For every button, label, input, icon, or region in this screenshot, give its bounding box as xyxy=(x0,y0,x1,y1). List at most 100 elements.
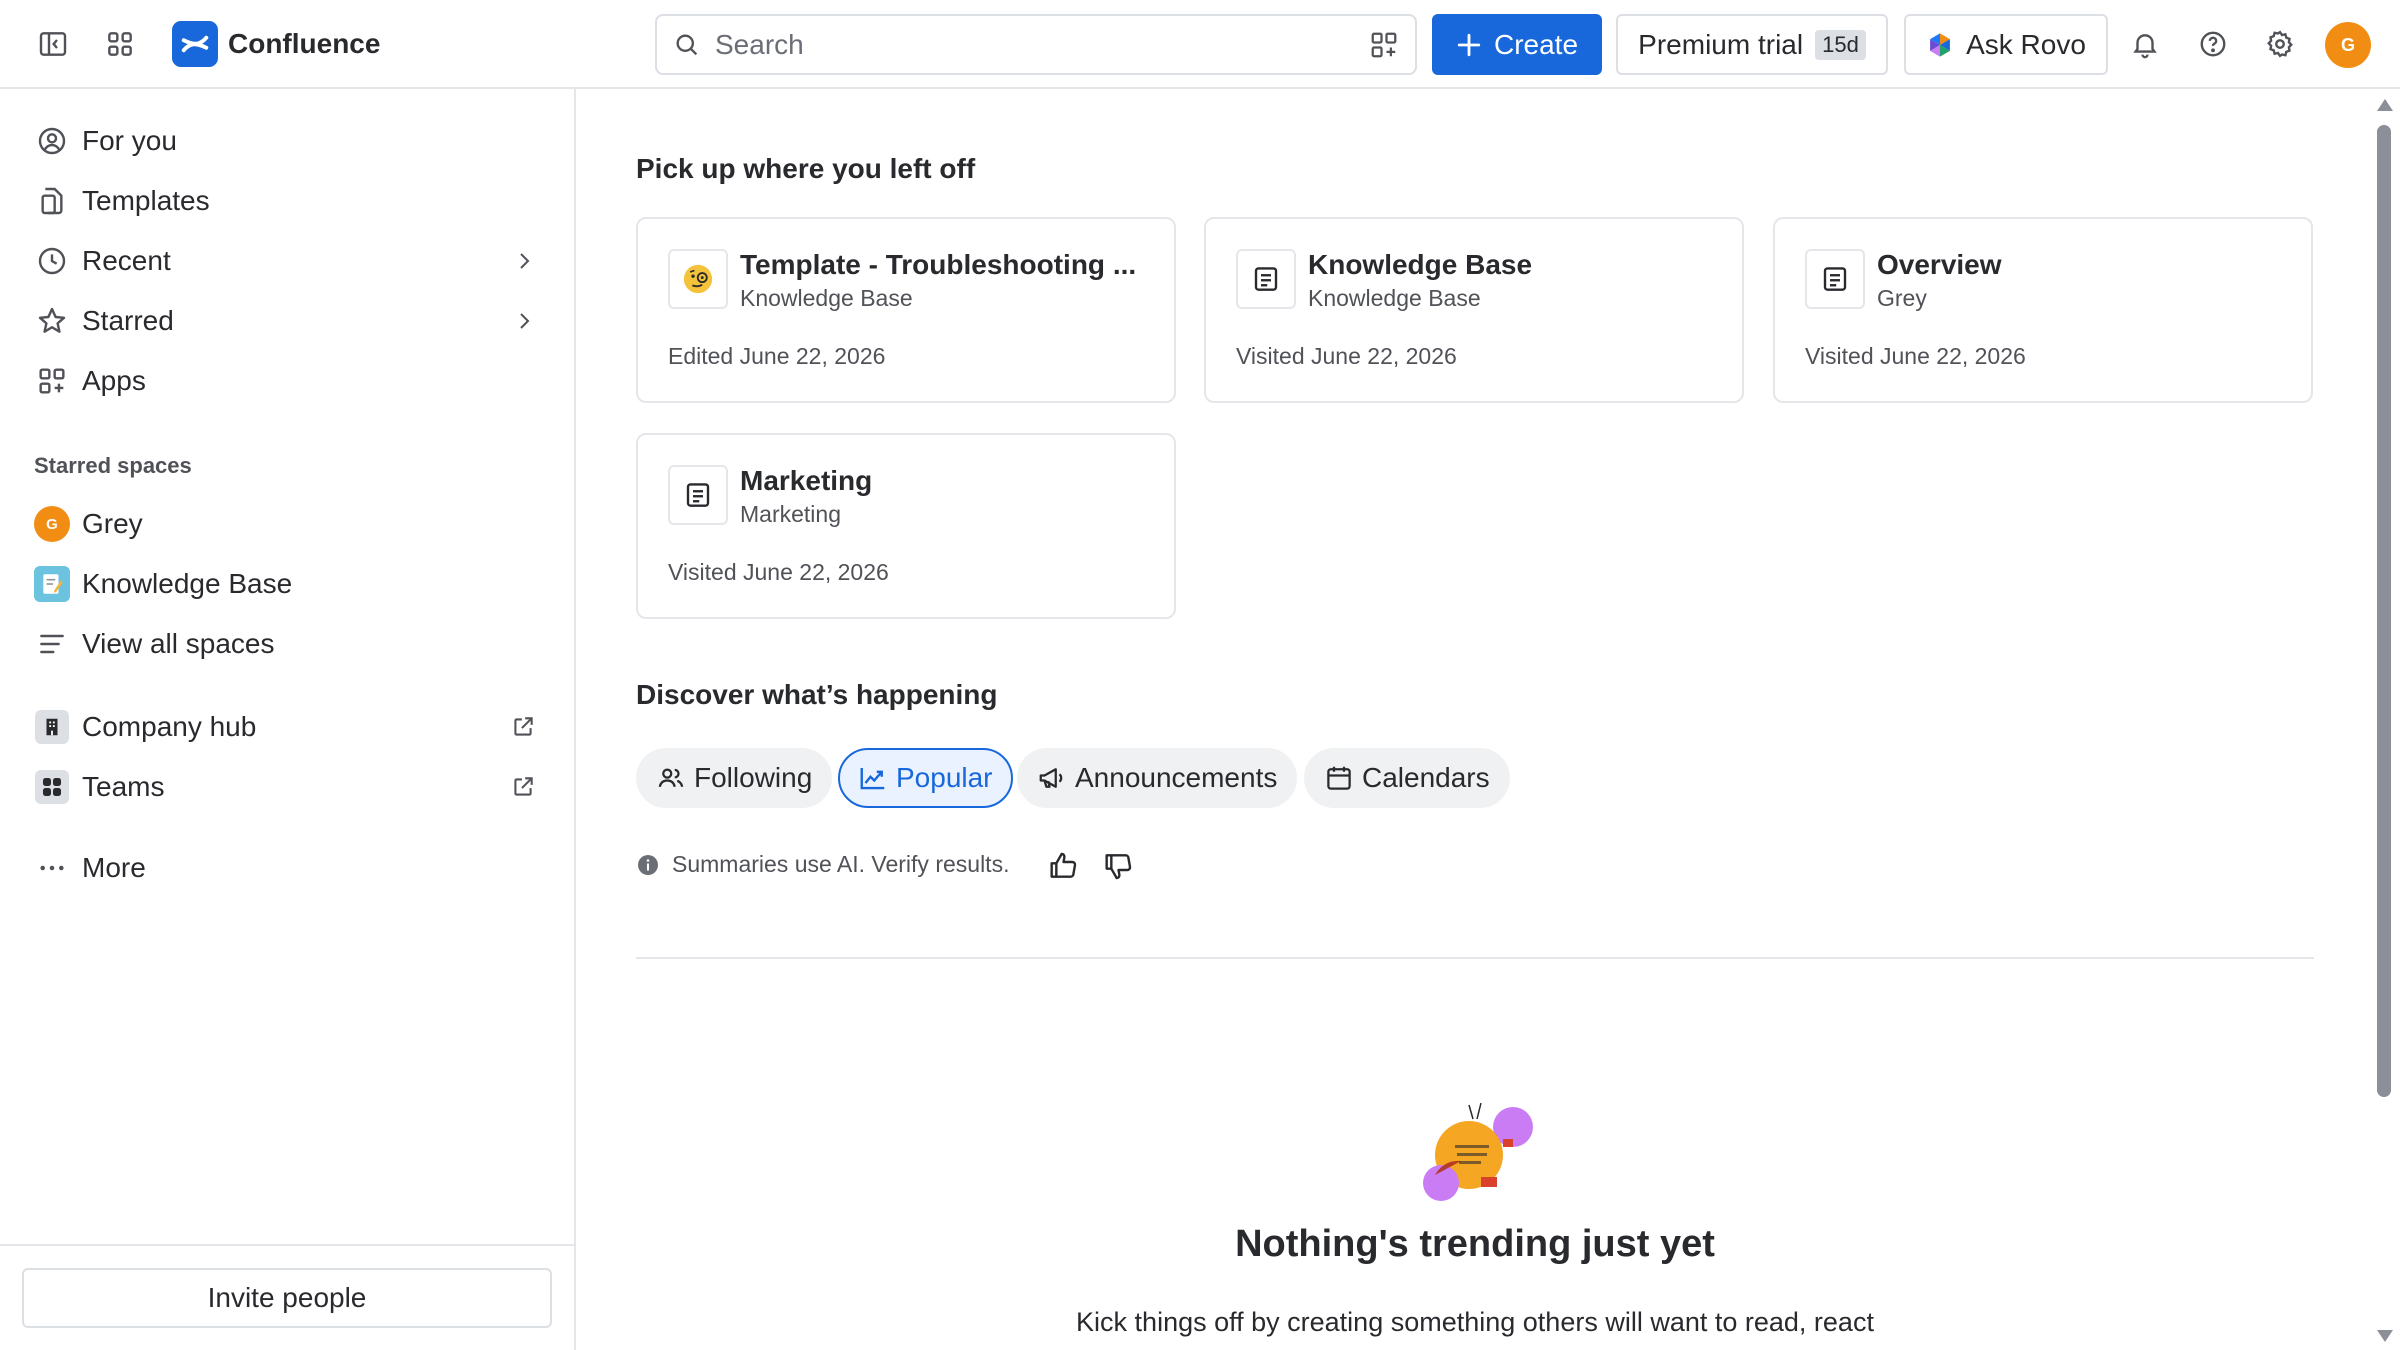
tab-label: Calendars xyxy=(1362,762,1490,793)
external-link-icon[interactable] xyxy=(510,774,536,800)
people-icon xyxy=(656,763,686,793)
sidebar-toggle-icon[interactable] xyxy=(29,20,77,68)
thumbs-down-icon[interactable] xyxy=(1098,846,1138,886)
recent-section-title: Pick up where you left off xyxy=(636,153,976,184)
sidebar-item-label: Starred xyxy=(82,305,174,336)
sidebar-item-label: Grey xyxy=(82,508,143,539)
tab-announcements[interactable]: Announcements xyxy=(1017,748,1298,808)
sidebar-item-recent[interactable]: Recent xyxy=(34,237,544,285)
card-title: Overview xyxy=(1877,249,2002,280)
user-circle-icon xyxy=(34,123,70,159)
calendar-icon xyxy=(1324,763,1354,793)
ai-disclaimer-text: Summaries use AI. Verify results. xyxy=(672,851,1010,877)
tab-popular[interactable]: Popular xyxy=(838,748,1013,808)
sidebar-item-label: More xyxy=(82,852,146,883)
face-monocle-emoji-icon xyxy=(668,249,728,309)
notifications-bell-icon[interactable] xyxy=(2121,20,2169,68)
ask-rovo-label: Ask Rovo xyxy=(1966,28,2086,60)
main-scrollbar[interactable] xyxy=(2368,89,2400,1350)
sidebar-item-more[interactable]: More xyxy=(34,844,544,892)
recent-card[interactable]: Overview Grey Visited June 22, 2026 xyxy=(1773,217,2313,403)
sidebar-item-for-you[interactable]: For you xyxy=(34,117,544,165)
search-icon xyxy=(673,31,701,59)
main-content: Pick up where you left off Template - Tr… xyxy=(578,89,2368,1350)
search-input[interactable]: Search xyxy=(655,14,1417,75)
sidebar-space-grey[interactable]: G Grey xyxy=(34,500,544,548)
sidebar-item-company-hub[interactable]: Company hub xyxy=(34,703,544,751)
user-avatar[interactable]: G xyxy=(2325,22,2371,68)
tab-label: Popular xyxy=(896,762,993,793)
tab-calendars[interactable]: Calendars xyxy=(1304,748,1510,808)
plus-icon xyxy=(1456,32,1482,58)
premium-trial-label: Premium trial xyxy=(1638,28,1804,60)
scrollbar-thumb[interactable] xyxy=(2377,125,2391,1097)
create-button[interactable]: Create xyxy=(1432,14,1602,75)
recent-card[interactable]: Template - Troubleshooting ... Knowledge… xyxy=(636,217,1176,403)
thumbs-up-icon[interactable] xyxy=(1043,846,1083,886)
invite-people-button[interactable]: Invite people xyxy=(22,1268,552,1328)
scroll-down-arrow-icon[interactable] xyxy=(2377,1330,2393,1342)
sidebar-item-starred[interactable]: Starred xyxy=(34,297,544,345)
search-filters-icon[interactable] xyxy=(1369,30,1399,60)
card-meta: Edited June 22, 2026 xyxy=(668,343,886,369)
more-dots-icon xyxy=(34,850,70,886)
discover-section-title: Discover what’s happening xyxy=(636,679,998,710)
speech-bubbles-illustration xyxy=(1411,1097,1539,1203)
empty-state-body: Kick things off by creating something ot… xyxy=(1076,1307,1874,1337)
trending-chart-icon xyxy=(858,763,888,793)
help-icon[interactable] xyxy=(2189,20,2237,68)
divider xyxy=(636,957,2314,959)
recent-card[interactable]: Marketing Marketing Visited June 22, 202… xyxy=(636,433,1176,619)
card-space: Knowledge Base xyxy=(740,285,913,311)
info-icon xyxy=(636,853,660,877)
teams-icon xyxy=(35,770,69,804)
rovo-icon xyxy=(1926,31,1954,59)
create-button-label: Create xyxy=(1493,28,1579,60)
tab-label: Announcements xyxy=(1075,762,1278,793)
recent-card[interactable]: Knowledge Base Knowledge Base Visited Ju… xyxy=(1204,217,1744,403)
ask-rovo-button[interactable]: Ask Rovo xyxy=(1904,14,2108,75)
sidebar-item-apps[interactable]: Apps xyxy=(34,357,544,405)
card-meta: Visited June 22, 2026 xyxy=(668,559,889,585)
card-title: Knowledge Base xyxy=(1308,249,1533,280)
trial-days-badge: 15d xyxy=(1815,29,1866,60)
tab-following[interactable]: Following xyxy=(636,748,833,808)
notepad-icon xyxy=(34,566,70,602)
settings-gear-icon[interactable] xyxy=(2256,20,2304,68)
page-icon xyxy=(1805,249,1865,309)
app-switcher-icon[interactable] xyxy=(96,20,144,68)
sidebar-item-label: For you xyxy=(82,125,177,156)
ai-disclaimer: Summaries use AI. Verify results. xyxy=(636,851,1009,878)
card-title: Marketing xyxy=(740,465,873,496)
confluence-logo[interactable]: Confluence xyxy=(172,21,380,67)
sidebar-item-label: Apps xyxy=(82,365,146,396)
card-space: Knowledge Base xyxy=(1308,285,1481,311)
starred-spaces-heading: Starred spaces xyxy=(34,453,192,478)
star-icon xyxy=(34,303,70,339)
sidebar-item-label: Templates xyxy=(82,185,210,216)
external-link-icon[interactable] xyxy=(510,714,536,740)
confluence-logo-icon xyxy=(172,21,218,67)
sidebar-item-label: Teams xyxy=(82,771,165,802)
page-icon xyxy=(1236,249,1296,309)
sidebar-view-all-spaces[interactable]: View all spaces xyxy=(34,620,544,668)
sidebar-item-label: Knowledge Base xyxy=(82,568,293,599)
tab-label: Following xyxy=(694,762,813,793)
sidebar-item-templates[interactable]: Templates xyxy=(34,177,544,225)
top-navigation-bar: Confluence Search Create Premium trial 1… xyxy=(0,0,2400,89)
card-title: Template - Troubleshooting ... xyxy=(740,249,1137,280)
chevron-right-icon[interactable] xyxy=(512,309,536,333)
premium-trial-button[interactable]: Premium trial 15d xyxy=(1616,14,1888,75)
megaphone-icon xyxy=(1037,763,1067,793)
sidebar-space-knowledge-base[interactable]: Knowledge Base xyxy=(34,560,544,608)
sidebar-item-teams[interactable]: Teams xyxy=(34,763,544,811)
building-icon xyxy=(35,710,69,744)
scroll-up-arrow-icon[interactable] xyxy=(2377,99,2393,111)
app-name: Confluence xyxy=(228,28,381,59)
page-icon xyxy=(668,465,728,525)
sidebar-item-label: Company hub xyxy=(82,711,257,742)
card-space: Grey xyxy=(1877,285,1927,311)
sidebar-footer: Invite people xyxy=(0,1244,574,1350)
chevron-right-icon[interactable] xyxy=(512,249,536,273)
card-meta: Visited June 22, 2026 xyxy=(1236,343,1457,369)
